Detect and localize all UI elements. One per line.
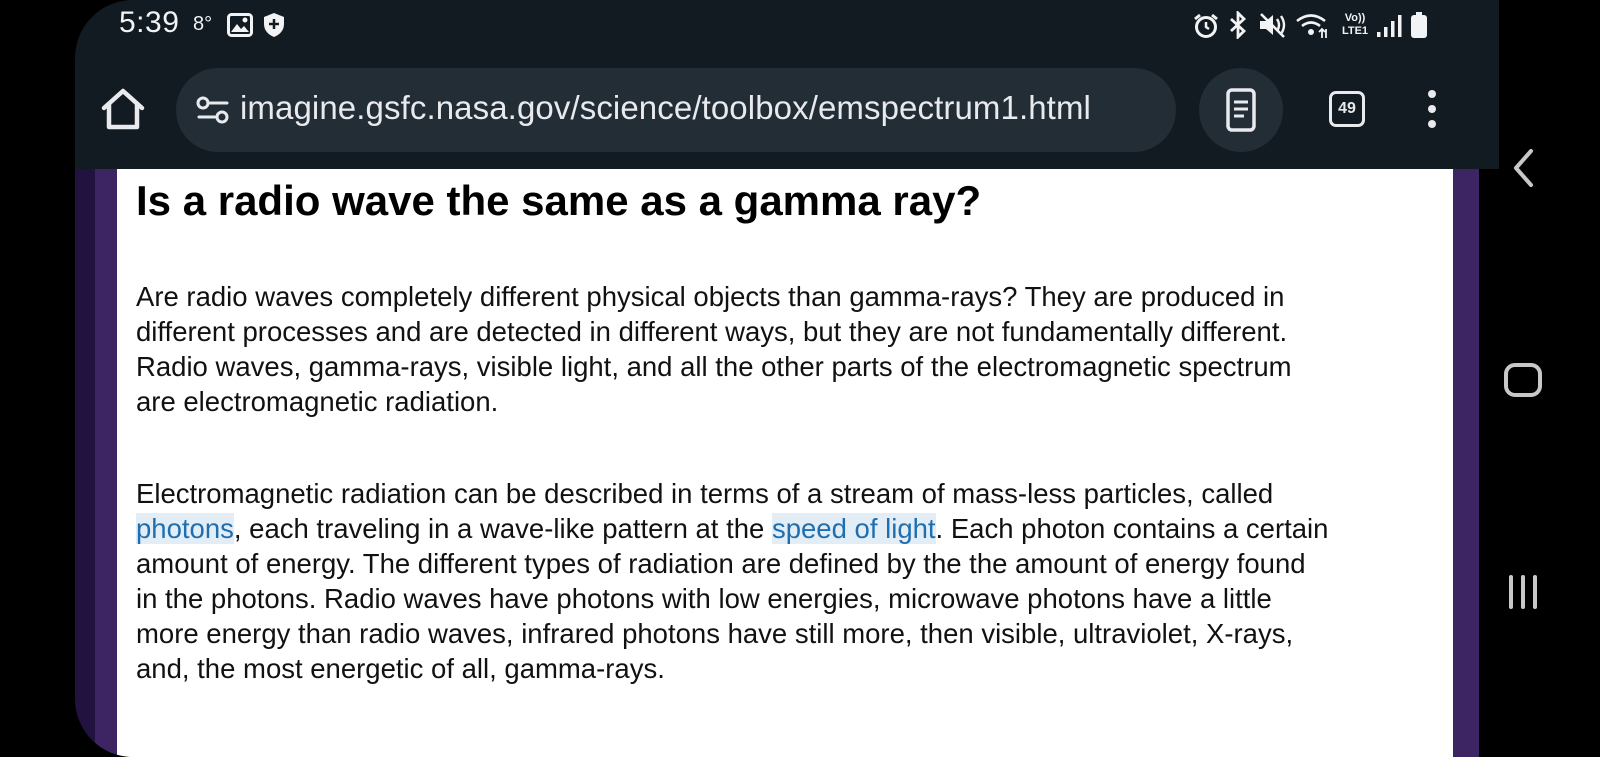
shield-icon bbox=[264, 13, 284, 37]
url-text[interactable]: imagine.gsfc.nasa.gov/science/toolbox/em… bbox=[240, 89, 1091, 127]
paragraph-text: . Each photon contains a certain bbox=[935, 513, 1329, 544]
alarm-icon bbox=[1194, 13, 1218, 38]
photons-link[interactable]: photons bbox=[136, 513, 234, 544]
paragraph-line: and, the most energetic of all, gamma-ra… bbox=[136, 653, 665, 684]
mute-icon bbox=[1260, 13, 1286, 38]
paragraph-line: in the photons. Radio waves have photons… bbox=[136, 583, 1272, 614]
paragraph-line: Are radio waves completely different phy… bbox=[136, 281, 1285, 312]
home-circle-icon[interactable] bbox=[1503, 362, 1543, 398]
paragraph-text: , each traveling in a wave-like pattern … bbox=[233, 513, 772, 544]
phone-icon bbox=[1226, 88, 1256, 132]
page-title: Is a radio wave the same as a gamma ray? bbox=[136, 177, 982, 224]
back-icon[interactable] bbox=[1511, 148, 1535, 188]
status-time: 5:39 bbox=[119, 6, 180, 39]
recents-icon[interactable] bbox=[1505, 574, 1541, 610]
paragraph-line: photons, each traveling in a wave-like p… bbox=[136, 511, 1436, 546]
paragraph-line: Radio waves, gamma-rays, visible light, … bbox=[136, 351, 1292, 382]
bluetooth-icon bbox=[1230, 11, 1247, 39]
volte-icon: Vo)) LTE1 bbox=[1341, 12, 1369, 37]
more-menu-icon[interactable] bbox=[1425, 90, 1439, 128]
url-bar[interactable]: imagine.gsfc.nasa.gov/science/toolbox/em… bbox=[176, 68, 1176, 152]
paragraph-line: different processes and are detected in … bbox=[136, 316, 1288, 347]
article: Is a radio wave the same as a gamma ray?… bbox=[117, 169, 1453, 757]
battery-icon bbox=[1411, 12, 1427, 38]
site-settings-icon[interactable] bbox=[196, 96, 230, 124]
page-frame-right bbox=[1453, 169, 1479, 757]
paragraph-line: more energy than radio waves, infrared p… bbox=[136, 618, 1294, 649]
status-bar: 5:39 8° Vo)) LTE1 bbox=[75, 0, 1499, 50]
paragraph-line: amount of energy. The different types of… bbox=[136, 548, 1306, 579]
signal-icon bbox=[1377, 15, 1402, 37]
paragraph-2: Electromagnetic radiation can be describ… bbox=[136, 476, 1436, 686]
home-icon[interactable] bbox=[100, 87, 146, 131]
status-temperature: 8° bbox=[193, 13, 213, 35]
paragraph-line: Electromagnetic radiation can be describ… bbox=[136, 478, 1274, 509]
gallery-icon bbox=[227, 13, 253, 37]
paragraph-1: Are radio waves completely different phy… bbox=[136, 279, 1436, 419]
speed-of-light-link[interactable]: speed of light bbox=[771, 513, 936, 544]
mobile-view-button[interactable] bbox=[1199, 68, 1283, 152]
wifi-icon bbox=[1296, 14, 1327, 38]
web-content: Is a radio wave the same as a gamma ray?… bbox=[75, 169, 1499, 757]
browser-toolbar: imagine.gsfc.nasa.gov/science/toolbox/em… bbox=[75, 50, 1499, 168]
page-frame-left-outer bbox=[75, 169, 95, 757]
system-nav-bar bbox=[1499, 0, 1600, 757]
browser-window: 5:39 8° Vo)) LTE1 imagine.gsfc.nasa.gov/… bbox=[75, 0, 1499, 757]
page-frame-left bbox=[95, 169, 117, 757]
paragraph-line: are electromagnetic radiation. bbox=[136, 386, 499, 417]
tab-switcher-button[interactable]: 49 bbox=[1329, 91, 1365, 127]
